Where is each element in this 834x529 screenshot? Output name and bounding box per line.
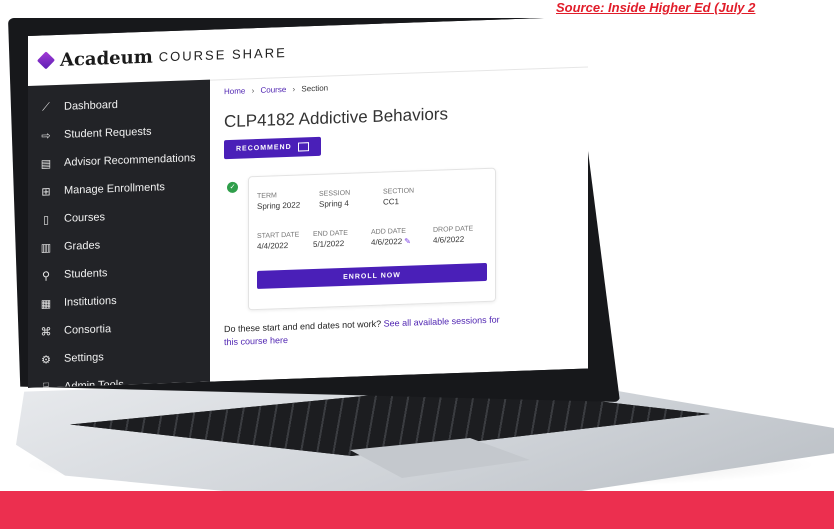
drop-date-value: 4/6/2022 bbox=[433, 234, 465, 245]
sidebar-item-label: Manage Enrollments bbox=[64, 181, 165, 197]
session-label: SESSION bbox=[319, 189, 351, 198]
footnote-text: Do these start and end dates not work? bbox=[224, 318, 384, 335]
grades-icon: ▥ bbox=[40, 241, 52, 255]
recommend-button[interactable]: RECOMMEND bbox=[224, 137, 321, 159]
end-date-value: 5/1/2022 bbox=[313, 238, 345, 250]
toolbox-icon: ⌸ bbox=[42, 380, 50, 389]
recommend-icon bbox=[298, 142, 309, 151]
start-date-value: 4/4/2022 bbox=[257, 240, 289, 252]
breadcrumb-section: Section bbox=[301, 83, 329, 94]
breadcrumb-separator: › bbox=[251, 86, 255, 96]
breadcrumb-home[interactable]: Home bbox=[224, 86, 245, 96]
share-arrow-icon: ⇨ bbox=[41, 129, 51, 143]
sidebar-item-label: Advisor Recommendations bbox=[64, 152, 196, 169]
laptop-screen: Acadeum COURSE SHARE ⟋ Dashboard ⇨ Stude… bbox=[28, 16, 588, 388]
sidebar-item-label: Student Requests bbox=[64, 125, 152, 141]
term-row: TERM Spring 2022 SESSION Spring 4 SECTIO… bbox=[257, 185, 487, 211]
sidebar-item-label: Dashboard bbox=[64, 98, 118, 113]
end-date-label: END DATE bbox=[313, 229, 348, 239]
sidebar-item-label: Settings bbox=[64, 351, 104, 365]
brand-subtitle: COURSE SHARE bbox=[158, 44, 287, 64]
check-circle-icon: ✓ bbox=[227, 182, 238, 193]
session-value: Spring 4 bbox=[319, 198, 349, 209]
sidebar-item-label: Institutions bbox=[64, 294, 117, 309]
breadcrumb: Home › Course › Section bbox=[224, 74, 588, 96]
breadcrumb-separator: › bbox=[292, 84, 296, 94]
enrollments-icon: ⊞ bbox=[41, 185, 51, 199]
page-title: CLP4182 Addictive Behaviors bbox=[224, 104, 448, 132]
bottom-accent-band bbox=[0, 491, 834, 529]
students-icon: ⚲ bbox=[41, 269, 51, 283]
section-card: ✓ TERM Spring 2022 SESSION Spring 4 SECT… bbox=[248, 168, 496, 311]
recommend-button-label: RECOMMEND bbox=[236, 143, 292, 153]
sidebar-item-label: Courses bbox=[64, 211, 105, 225]
enroll-now-button[interactable]: ENROLL NOW bbox=[257, 263, 487, 289]
brand-name[interactable]: Acadeum bbox=[60, 46, 153, 70]
term-label: TERM bbox=[257, 192, 277, 201]
network-icon: ⌘ bbox=[40, 325, 52, 339]
source-caption: Source: Inside Higher Ed (July 2 bbox=[556, 0, 756, 15]
section-label: SECTION bbox=[383, 187, 415, 196]
add-date-label: ADD DATE bbox=[371, 227, 406, 237]
gear-icon: ⚙ bbox=[41, 353, 51, 367]
recommend-card-icon: ▤ bbox=[40, 157, 52, 171]
building-icon: ▦ bbox=[40, 297, 52, 311]
term-value: Spring 2022 bbox=[257, 200, 301, 212]
main-content: Home › Course › Section CLP4182 Addictiv… bbox=[210, 66, 588, 381]
acadeum-logo-icon bbox=[37, 51, 55, 69]
add-date-value: 4/6/2022 bbox=[371, 236, 403, 248]
drop-date-label: DROP DATE bbox=[433, 225, 474, 234]
chart-line-icon: ⟋ bbox=[42, 100, 50, 114]
breadcrumb-course[interactable]: Course bbox=[260, 85, 286, 95]
sidebar-item-label: Students bbox=[64, 267, 108, 281]
sidebar-item-label: Grades bbox=[64, 239, 101, 253]
sidebar: ⟋ Dashboard ⇨ Student Requests ▤ Advisor… bbox=[28, 80, 210, 388]
add-date-field[interactable]: 4/6/2022 ✎ bbox=[371, 236, 433, 247]
sessions-footnote: Do these start and end dates not work? S… bbox=[224, 313, 514, 349]
dates-row: START DATE 4/4/2022 END DATE 5/1/2022 AD… bbox=[257, 225, 487, 251]
section-value: CC1 bbox=[383, 197, 400, 207]
start-date-label: START DATE bbox=[257, 231, 300, 241]
book-icon: ▯ bbox=[42, 213, 50, 226]
pencil-icon[interactable]: ✎ bbox=[404, 237, 411, 246]
sidebar-item-label: Consortia bbox=[64, 323, 112, 337]
